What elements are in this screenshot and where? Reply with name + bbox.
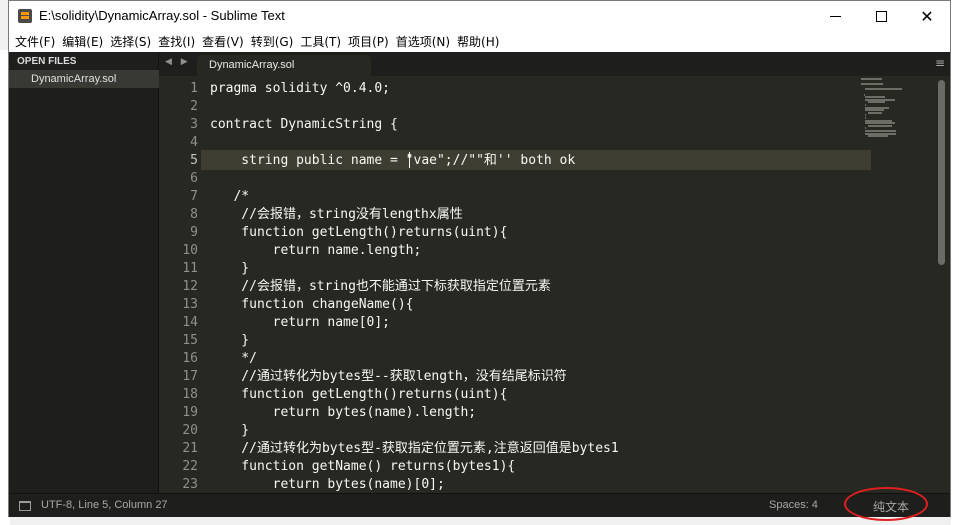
line-number: 12 <box>182 279 198 294</box>
code-line: } <box>210 261 250 276</box>
line-number: 19 <box>182 405 198 420</box>
open-files-header: OPEN FILES <box>17 56 77 67</box>
code-line: contract DynamicString { <box>210 117 398 132</box>
menu-goto[interactable]: 转到(G) <box>250 33 300 50</box>
window-title: E:\solidity\DynamicArray.sol - Sublime T… <box>39 8 285 23</box>
line-number: 7 <box>190 189 198 204</box>
minimap[interactable] <box>861 78 937 138</box>
line-number: 11 <box>182 261 198 276</box>
code-line: pragma solidity ^0.4.0; <box>210 81 391 96</box>
menu-file[interactable]: 文件(F) <box>14 33 61 50</box>
menu-help[interactable]: 帮助(H) <box>456 33 505 50</box>
menu-tools[interactable]: 工具(T) <box>299 33 347 50</box>
editor-area: OPEN FILES DynamicArray.sol ◀ ▶ DynamicA… <box>9 52 950 493</box>
code-line: //通过转化为bytes型-获取指定位置元素,注意返回值是bytes1 <box>210 441 619 456</box>
line-number: 1 <box>190 81 198 96</box>
maximize-icon <box>875 10 887 22</box>
code-line: function getLength()returns(uint){ <box>210 225 508 240</box>
panel-toggle-icon[interactable] <box>19 501 31 511</box>
code-line: */ <box>210 351 257 366</box>
line-number: 21 <box>182 441 198 456</box>
code-line: return bytes(name).length; <box>210 405 477 420</box>
vertical-scrollbar[interactable] <box>938 80 945 265</box>
code-line: function getName() returns(bytes1){ <box>210 459 516 474</box>
sublime-app-icon <box>18 9 32 23</box>
line-number: 17 <box>182 369 198 384</box>
annotation-circle <box>844 487 928 521</box>
close-icon: ✕ <box>920 6 934 26</box>
line-number: 10 <box>182 243 198 258</box>
line-number-gutter: 1 2 3 4 5 6 7 8 9 10 11 12 13 14 15 16 17 18 19 20 21 22 23 <box>159 76 201 493</box>
line-number: 8 <box>190 207 198 222</box>
minimize-button[interactable] <box>812 1 858 31</box>
tab-dynamicarray[interactable]: DynamicArray.sol <box>197 55 371 76</box>
line-number: 9 <box>190 225 198 240</box>
line-number: 23 <box>182 477 198 492</box>
code-view[interactable]: pragma solidity ^0.4.0; contract DynamicS… <box>201 76 871 493</box>
line-number: 22 <box>182 459 198 474</box>
minimap-line <box>868 111 882 114</box>
menu-view[interactable]: 查看(V) <box>201 33 250 50</box>
menu-bar: 文件(F) 编辑(E) 选择(S) 查找(I) 查看(V) 转到(G) 工具(T… <box>9 31 950 51</box>
code-line: /* <box>210 189 250 204</box>
line-number: 3 <box>190 117 198 132</box>
sublime-window: E:\solidity\DynamicArray.sol - Sublime T… <box>8 0 951 517</box>
status-encoding-position: UTF-8, Line 5, Column 27 <box>41 499 168 511</box>
line-number: 4 <box>190 135 198 150</box>
line-number: 6 <box>190 171 198 186</box>
close-button[interactable]: ✕ <box>904 1 950 31</box>
code-line: return name[0]; <box>210 315 391 330</box>
status-bar: UTF-8, Line 5, Column 27 Spaces: 4 纯文本 <box>9 493 950 517</box>
code-line: return bytes(name)[0]; <box>210 477 445 492</box>
menu-edit[interactable]: 编辑(E) <box>61 33 109 50</box>
line-number: 15 <box>182 333 198 348</box>
code-line: function changeName(){ <box>210 297 414 312</box>
code-line: return name.length; <box>210 243 422 258</box>
title-bar: E:\solidity\DynamicArray.sol - Sublime T… <box>9 1 950 31</box>
line-number: 20 <box>182 423 198 438</box>
sidebar-item-dynamicarray[interactable]: DynamicArray.sol <box>9 70 159 88</box>
minimap-line <box>868 135 888 138</box>
sidebar: OPEN FILES DynamicArray.sol <box>9 52 159 493</box>
minimap-line <box>868 124 892 127</box>
tab-nav-arrows[interactable]: ◀ ▶ <box>165 57 191 67</box>
maximize-button[interactable] <box>858 1 904 31</box>
code-line: //会报错，string没有lengthx属性 <box>210 207 463 222</box>
code-line: function getLength()returns(uint){ <box>210 387 508 402</box>
menu-project[interactable]: 项目(P) <box>347 33 395 50</box>
line-number: 16 <box>182 351 198 366</box>
minimap-line <box>861 83 883 86</box>
line-number: 13 <box>182 297 198 312</box>
status-indentation[interactable]: Spaces: 4 <box>769 499 818 511</box>
code-line: //会报错，string也不能通过下标获取指定位置元素 <box>210 279 551 294</box>
code-line: //通过转化为bytes型--获取length，没有结尾标识符 <box>210 369 567 384</box>
code-line: string public name = "vae";//""和'' both … <box>210 153 576 168</box>
code-line: } <box>210 333 250 348</box>
tab-menu-icon[interactable]: ≡ <box>935 56 945 70</box>
minimap-line <box>868 101 886 104</box>
minimize-icon <box>829 15 841 17</box>
minimap-line <box>864 88 903 91</box>
menu-preferences[interactable]: 首选项(N) <box>395 33 456 50</box>
line-number: 14 <box>182 315 198 330</box>
background-window-strip-right <box>951 0 959 525</box>
menu-selection[interactable]: 选择(S) <box>109 33 157 50</box>
code-line: } <box>210 423 250 438</box>
line-number: 18 <box>182 387 198 402</box>
line-number: 5 <box>190 153 198 168</box>
line-number: 2 <box>190 99 198 114</box>
tab-bar: ◀ ▶ DynamicArray.sol ≡ <box>159 52 950 76</box>
menu-find[interactable]: 查找(I) <box>157 33 201 50</box>
minimap-line <box>861 78 882 80</box>
